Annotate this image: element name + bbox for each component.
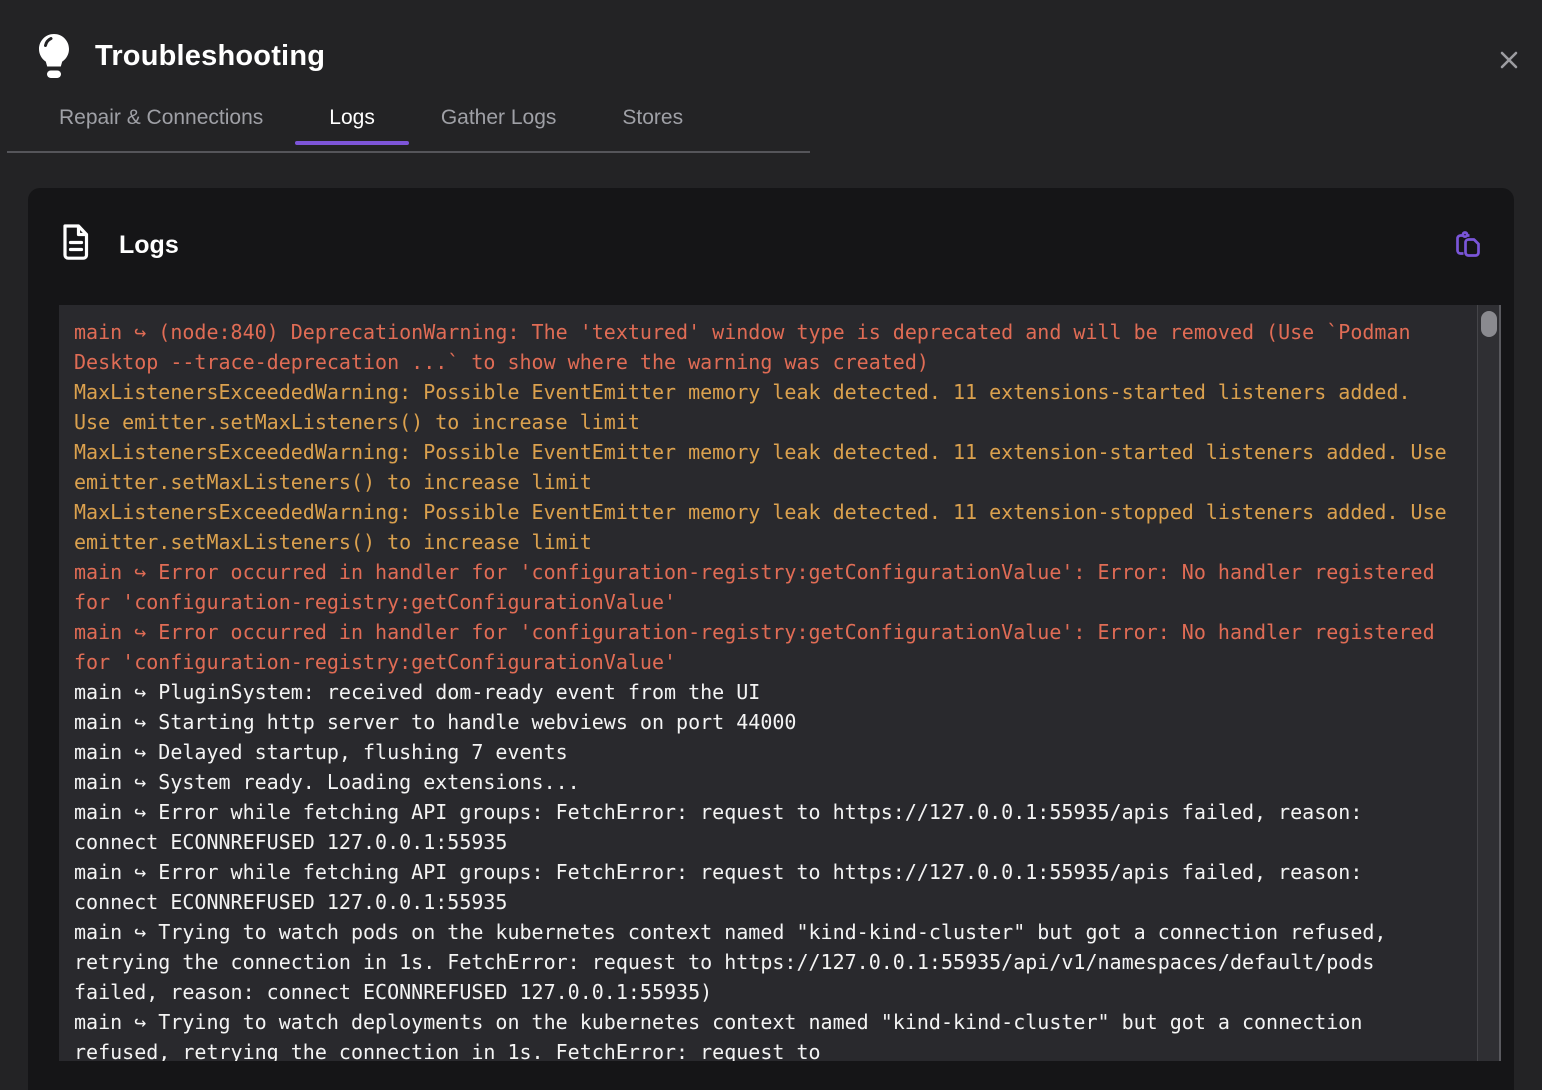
document-icon [60, 224, 91, 266]
tab-logs[interactable]: Logs [329, 106, 375, 145]
log-line: MaxListenersExceededWarning: Possible Ev… [74, 497, 1452, 557]
log-line: main ↪ Error while fetching API groups: … [74, 857, 1452, 917]
log-line: main ↪ Error occurred in handler for 'co… [74, 617, 1452, 677]
logs-card-header: Logs [28, 188, 1514, 265]
tab-repair-connections[interactable]: Repair & Connections [59, 106, 263, 145]
page-title: Troubleshooting [95, 40, 325, 73]
tab-bar: Repair & Connections Logs Gather Logs Store… [59, 106, 683, 145]
log-line: main ↪ System ready. Loading extensions.… [74, 767, 1452, 797]
tab-gather-logs[interactable]: Gather Logs [441, 106, 557, 145]
copy-icon[interactable] [1452, 229, 1484, 261]
tab-stores[interactable]: Stores [622, 106, 683, 145]
tab-divider [7, 151, 810, 153]
lightbulb-icon [36, 32, 72, 87]
card-title: Logs [119, 231, 179, 260]
log-line: main ↪ Delayed startup, flushing 7 event… [74, 737, 1452, 767]
log-line: main ↪ Error occurred in handler for 'co… [74, 557, 1452, 617]
log-line: main ↪ PluginSystem: received dom-ready … [74, 677, 1452, 707]
scrollbar-thumb[interactable] [1481, 311, 1497, 337]
log-line: main ↪ Starting http server to handle we… [74, 707, 1452, 737]
logs-card: Logs main ↪ (node:840) DeprecationWarnin… [28, 188, 1514, 1090]
log-line: main ↪ (node:840) DeprecationWarning: Th… [74, 317, 1452, 377]
log-terminal[interactable]: main ↪ (node:840) DeprecationWarning: Th… [59, 305, 1501, 1061]
log-line: main ↪ Trying to watch pods on the kuber… [74, 917, 1452, 1007]
log-line: MaxListenersExceededWarning: Possible Ev… [74, 437, 1452, 497]
log-line: main ↪ Trying to watch deployments on th… [74, 1007, 1452, 1061]
log-line: main ↪ Error while fetching API groups: … [74, 797, 1452, 857]
scrollbar-track[interactable] [1477, 305, 1501, 1061]
close-icon[interactable] [1497, 48, 1521, 72]
app-header: Troubleshooting Repair & Connections Logs… [0, 0, 1542, 153]
log-content: main ↪ (node:840) DeprecationWarning: Th… [59, 305, 1452, 1061]
log-line: MaxListenersExceededWarning: Possible Ev… [74, 377, 1452, 437]
